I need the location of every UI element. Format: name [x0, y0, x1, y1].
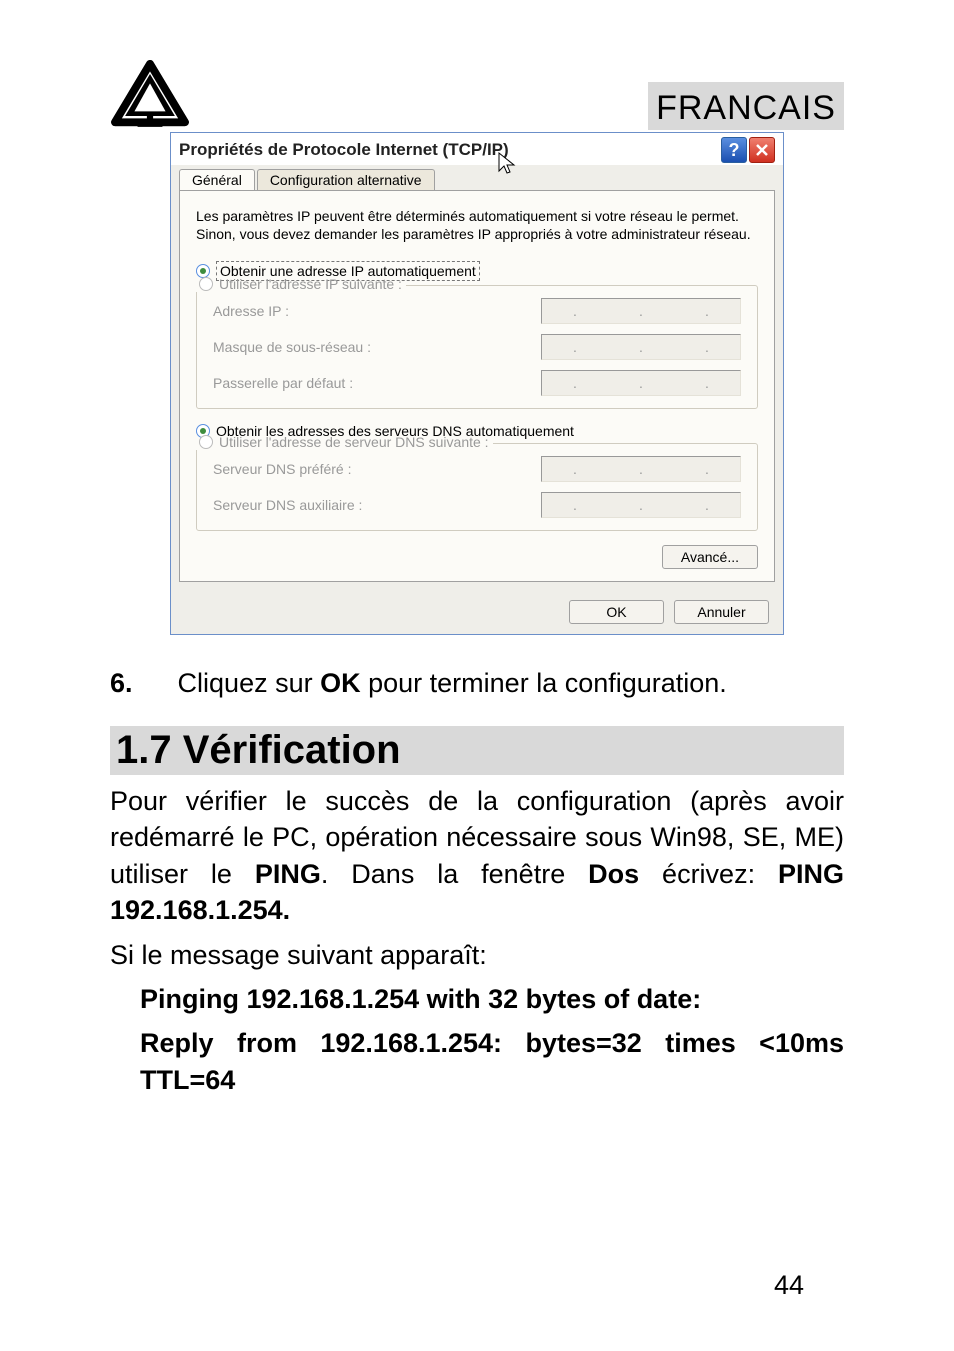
gateway-label: Passerelle par défaut :	[213, 375, 353, 391]
ping-output-2: Reply from 192.168.1.254: bytes=32 times…	[140, 1025, 844, 1098]
ip-address-input: ...	[541, 298, 741, 324]
step-number: 6.	[110, 668, 133, 698]
language-banner: FRANCAIS	[648, 82, 844, 130]
radio-ip-manual[interactable]: Utiliser l'adresse IP suivante :	[195, 276, 406, 292]
language-label: FRANCAIS	[656, 89, 836, 128]
ping-output-1: Pinging 192.168.1.254 with 32 bytes of d…	[140, 981, 844, 1017]
page-number: 44	[774, 1270, 804, 1301]
dns-preferred-input: ...	[541, 456, 741, 482]
radio-unselected-icon	[199, 277, 213, 291]
dns-preferred-label: Serveur DNS préféré :	[213, 461, 352, 477]
tab-general[interactable]: Général	[179, 169, 255, 190]
ok-button[interactable]: OK	[569, 600, 664, 624]
dialog-description: Les paramètres IP peuvent être déterminé…	[196, 207, 758, 243]
radio-dns-manual-label: Utiliser l'adresse de serveur DNS suivan…	[219, 434, 489, 450]
section-paragraph-2: Si le message suivant apparaît:	[110, 937, 844, 973]
radio-ip-manual-label: Utiliser l'adresse IP suivante :	[219, 276, 402, 292]
advanced-button[interactable]: Avancé...	[662, 545, 758, 569]
subnet-mask-label: Masque de sous-réseau :	[213, 339, 371, 355]
dns-aux-input: ...	[541, 492, 741, 518]
section-heading: 1.7 Vérification	[110, 726, 844, 775]
radio-dns-manual[interactable]: Utiliser l'adresse de serveur DNS suivan…	[195, 434, 493, 450]
section-paragraph-1: Pour vérifier le succès de la configurat…	[110, 783, 844, 929]
gateway-input: ...	[541, 370, 741, 396]
dns-fieldset: Utiliser l'adresse de serveur DNS suivan…	[196, 443, 758, 531]
close-button[interactable]	[749, 137, 775, 163]
subnet-mask-input: ...	[541, 334, 741, 360]
ip-fieldset: Utiliser l'adresse IP suivante : Adresse…	[196, 285, 758, 409]
brand-logo-icon	[110, 60, 190, 130]
dns-aux-label: Serveur DNS auxiliaire :	[213, 497, 362, 513]
tcpip-properties-dialog: Propriétés de Protocole Internet (TCP/IP…	[170, 132, 784, 635]
help-button[interactable]: ?	[721, 137, 747, 163]
cancel-button[interactable]: Annuler	[674, 600, 769, 624]
dialog-title: Propriétés de Protocole Internet (TCP/IP…	[179, 140, 721, 160]
ip-address-label: Adresse IP :	[213, 303, 289, 319]
radio-unselected-icon	[199, 435, 213, 449]
tab-alt-config[interactable]: Configuration alternative	[257, 169, 435, 190]
step-6: 6. Cliquez sur OK pour terminer la confi…	[110, 665, 844, 701]
cursor-icon	[496, 151, 518, 179]
